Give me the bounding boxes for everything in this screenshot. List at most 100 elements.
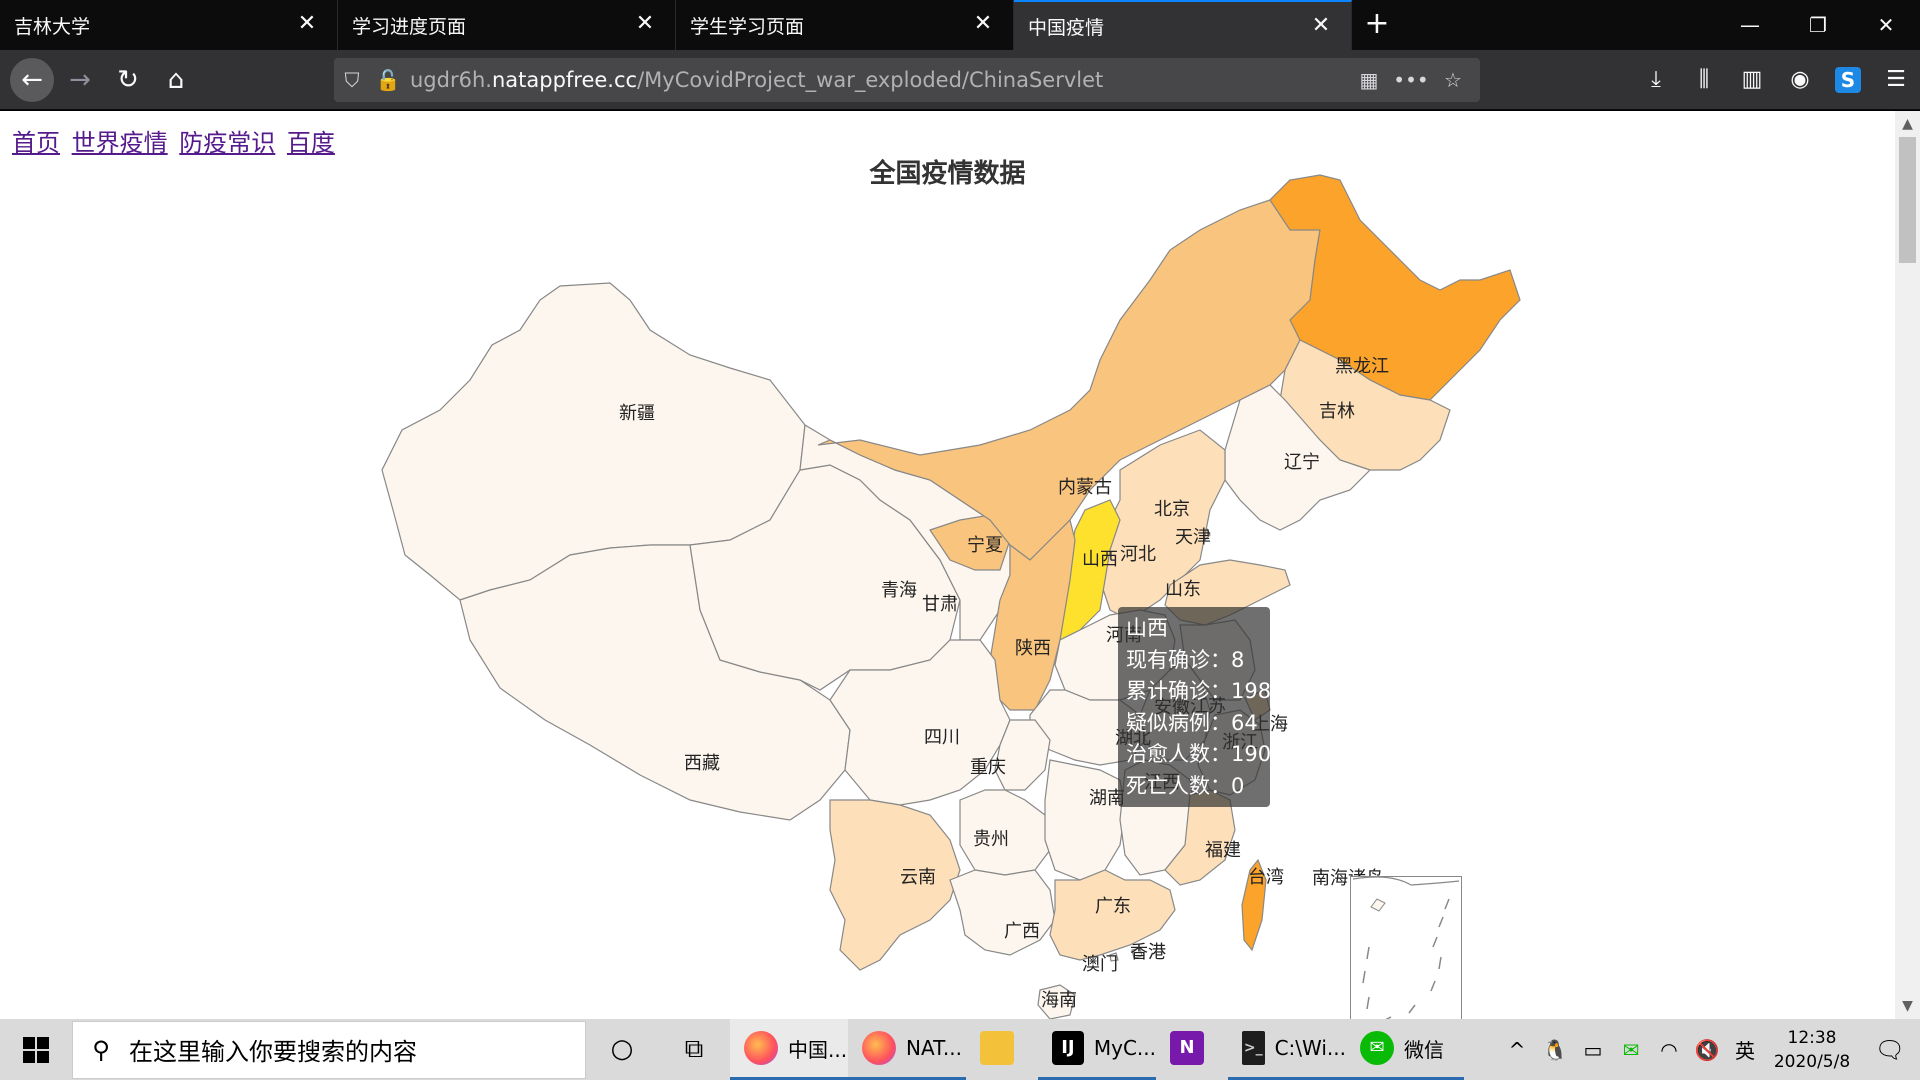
province-label: 广东 xyxy=(1095,896,1131,917)
home-button[interactable]: ⌂ xyxy=(156,60,196,100)
tab-title: 学生学习页面 xyxy=(690,15,805,38)
folder-icon xyxy=(980,1031,1014,1065)
close-icon[interactable]: ✕ xyxy=(971,12,995,36)
toolbar-right: ⤓ ⫼ ▥ ◉ S ☰ xyxy=(1632,60,1920,100)
province-label: 新疆 xyxy=(619,403,655,424)
task-view-icon[interactable]: ⧉ xyxy=(658,1019,730,1080)
tooltip-title: 山西 xyxy=(1126,616,1168,640)
tooltip-current-confirmed: 现有确诊：8 xyxy=(1126,647,1245,672)
taskbar-app-file-explorer[interactable] xyxy=(966,1019,1038,1080)
forward-button[interactable]: → xyxy=(60,60,100,100)
firefox-icon xyxy=(862,1031,896,1065)
extension-s-icon[interactable]: S xyxy=(1824,60,1872,100)
notification-center-icon[interactable]: 🗨 xyxy=(1860,1036,1920,1064)
province-label: 海南 xyxy=(1041,990,1077,1011)
close-icon[interactable]: ✕ xyxy=(633,12,657,36)
tracking-protection-shield-icon[interactable]: ⛉ xyxy=(334,58,370,102)
province-label: 陕西 xyxy=(1015,638,1051,659)
menu-icon[interactable]: ☰ xyxy=(1872,60,1920,100)
page-actions-icon[interactable]: ••• xyxy=(1390,58,1432,102)
taskbar-app-cmd[interactable]: >_ C:\Wi... xyxy=(1228,1019,1346,1080)
close-icon[interactable]: ✕ xyxy=(295,12,319,36)
taskbar-app-label: C:\Wi... xyxy=(1274,1036,1346,1060)
cortana-icon[interactable]: ○ xyxy=(586,1019,658,1080)
insecure-lock-icon[interactable]: 🔓 xyxy=(370,58,406,102)
taskbar-app-firefox-china[interactable]: 中国... xyxy=(730,1019,848,1080)
clock[interactable]: 12:38 2020/5/8 xyxy=(1764,1026,1860,1074)
ime-indicator[interactable]: 英 xyxy=(1726,1035,1764,1064)
tooltip-suspected: 疑似病例：64 xyxy=(1126,710,1258,735)
tab-title: 吉林大学 xyxy=(14,15,91,38)
qr-code-icon[interactable]: ▦ xyxy=(1348,58,1390,102)
province-label: 台湾 xyxy=(1248,867,1284,888)
start-button[interactable] xyxy=(0,1019,72,1080)
scroll-up-arrow-icon[interactable]: ▲ xyxy=(1895,111,1920,137)
vertical-scrollbar[interactable]: ▲ ▼ xyxy=(1895,111,1920,1019)
province-label: 广西 xyxy=(1004,921,1040,942)
url-host: natappfree.cc xyxy=(491,68,638,92)
taskbar-app-firefox-natapp[interactable]: NAT... xyxy=(848,1019,966,1080)
cmd-icon: >_ xyxy=(1242,1031,1265,1065)
taskbar-search-box[interactable]: ⚲ 在这里输入你要搜索的内容 xyxy=(72,1020,586,1079)
province-27[interactable] xyxy=(829,799,961,971)
province-label: 黑龙江 xyxy=(1335,356,1389,377)
downloads-icon[interactable]: ⤓ xyxy=(1632,60,1680,100)
province-24[interactable] xyxy=(1044,759,1126,881)
scroll-down-arrow-icon[interactable]: ▼ xyxy=(1895,993,1920,1019)
minimize-button[interactable]: — xyxy=(1716,0,1784,50)
clock-time: 12:38 xyxy=(1787,1027,1837,1048)
province-label: 甘肃 xyxy=(922,594,958,615)
url-bar[interactable]: ⛉ 🔓 ugdr6h.natappfree.cc/MyCovidProject_… xyxy=(334,58,1480,102)
system-tray: ^ 🐧 ▭ ✉ ◠ 🔇 英 12:38 2020/5/8 🗨 xyxy=(1498,1019,1920,1080)
restore-button[interactable]: ❐ xyxy=(1784,0,1852,50)
wechat-tray-icon[interactable]: ✉ xyxy=(1612,1038,1650,1062)
tab-student-study[interactable]: 学生学习页面 ✕ xyxy=(676,0,1014,50)
tab-china-epidemic[interactable]: 中国疫情 ✕ xyxy=(1014,0,1352,50)
page-content: 首页 世界疫情 防疫常识 百度 全国疫情数据 新疆 西藏 青海 甘肃 宁夏 内蒙古 黑龙江吉… xyxy=(0,111,1895,1019)
url-path: /MyCovidProject_war_exploded/ChinaServle… xyxy=(637,68,1104,92)
province-label: 辽宁 xyxy=(1284,452,1320,473)
navigation-toolbar: ← → ↻ ⌂ ⛉ 🔓 ugdr6h.natappfree.cc/MyCovid… xyxy=(0,50,1920,110)
taskbar-app-label: NAT... xyxy=(906,1036,963,1060)
battery-icon[interactable]: ▭ xyxy=(1574,1038,1612,1062)
province-label: 宁夏 xyxy=(967,535,1003,556)
close-window-button[interactable]: ✕ xyxy=(1852,0,1920,50)
sidebar-icon[interactable]: ▥ xyxy=(1728,60,1776,100)
bookmark-star-icon[interactable]: ☆ xyxy=(1432,58,1474,102)
network-icon[interactable]: ◠ xyxy=(1650,1038,1688,1062)
url-actions: ▦ ••• ☆ xyxy=(1348,58,1474,102)
tooltip-cured: 治愈人数：190 xyxy=(1126,742,1272,766)
tab-jilin-university[interactable]: 吉林大学 ✕ xyxy=(0,0,338,50)
province-label: 重庆 xyxy=(970,757,1006,778)
close-icon[interactable]: ✕ xyxy=(1309,14,1333,38)
tooltip-total-confirmed: 累计确诊：198 xyxy=(1126,679,1272,703)
taskbar-app-wechat[interactable]: ✉ 微信 xyxy=(1346,1019,1464,1080)
tab-bar: 吉林大学 ✕ 学习进度页面 ✕ 学生学习页面 ✕ 中国疫情 ✕ + — ❐ ✕ xyxy=(0,0,1920,50)
windows-logo-icon xyxy=(23,1036,49,1063)
china-map xyxy=(381,174,1521,1019)
reload-button[interactable]: ↻ xyxy=(108,60,148,100)
tab-title: 中国疫情 xyxy=(1028,16,1105,39)
scroll-thumb[interactable] xyxy=(1899,137,1916,263)
taskbar-app-intellij[interactable]: IJ MyC... xyxy=(1038,1019,1156,1080)
province-label: 河北 xyxy=(1120,544,1156,565)
province-label: 山西 xyxy=(1082,549,1118,570)
province-label: 吉林 xyxy=(1319,401,1355,422)
qq-penguin-icon[interactable]: 🐧 xyxy=(1536,1038,1574,1062)
show-hidden-icons-chevron-icon[interactable]: ^ xyxy=(1498,1038,1536,1062)
province-label: 北京 xyxy=(1154,499,1190,520)
account-icon[interactable]: ◉ xyxy=(1776,60,1824,100)
library-icon[interactable]: ⫼ xyxy=(1680,60,1728,100)
url-text[interactable]: ugdr6h.natappfree.cc/MyCovidProject_war_… xyxy=(410,68,1103,92)
volume-muted-icon[interactable]: 🔇 xyxy=(1688,1038,1726,1062)
back-button[interactable]: ← xyxy=(10,58,54,102)
province-label: 四川 xyxy=(924,727,960,748)
tab-study-progress[interactable]: 学习进度页面 ✕ xyxy=(338,0,676,50)
province-label: 香港 xyxy=(1130,942,1166,963)
province-label: 西藏 xyxy=(684,753,720,774)
new-tab-button[interactable]: + xyxy=(1352,0,1402,50)
province-label: 山东 xyxy=(1165,579,1201,600)
province-label: 澳门 xyxy=(1082,954,1118,975)
taskbar-app-onenote[interactable]: N xyxy=(1156,1019,1228,1080)
window-controls: — ❐ ✕ xyxy=(1716,0,1920,50)
